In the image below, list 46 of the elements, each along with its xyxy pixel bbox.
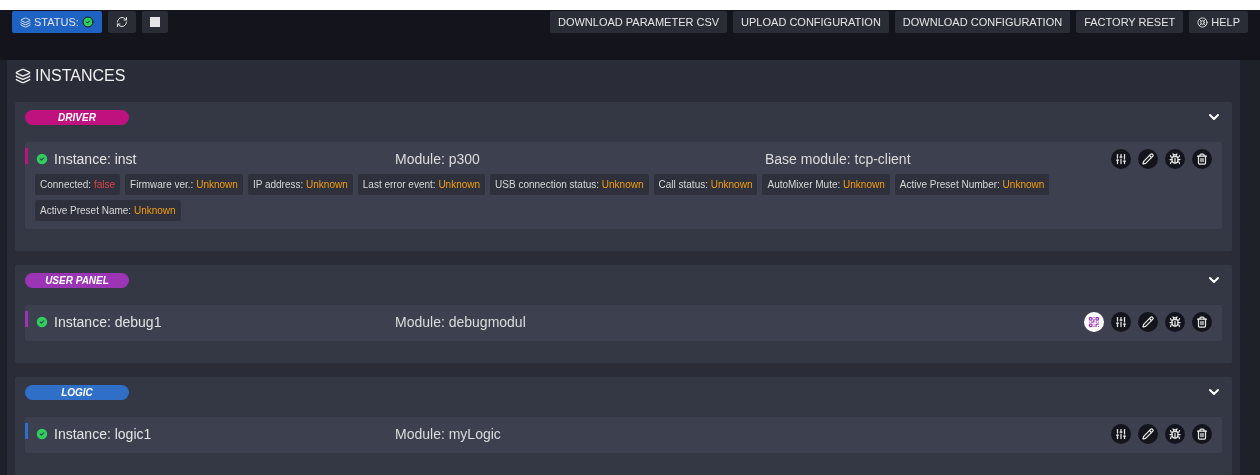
group-tag: USER PANEL: [25, 272, 129, 288]
trash-icon[interactable]: [1192, 149, 1212, 169]
layers-icon: [15, 68, 31, 84]
instance-name: Instance: inst: [54, 151, 137, 167]
property-chip: IP address: Unknown: [247, 174, 353, 195]
property-chip: Firmware ver.: Unknown: [125, 174, 243, 195]
sliders-icon[interactable]: [1111, 149, 1131, 169]
base-module: Base module: tcp-client: [765, 151, 912, 167]
qr-code-icon[interactable]: [1084, 312, 1104, 332]
module-name: Module: debugmodul: [395, 314, 527, 330]
property-chip: Last error event: Unknown: [357, 174, 486, 195]
sliders-icon[interactable]: [1111, 312, 1131, 332]
property-chip: Call status: Unknown: [653, 174, 758, 195]
toolbar-button[interactable]: DOWNLOAD PARAMETER CSV: [549, 11, 728, 33]
module-name: Module: myLogic: [395, 426, 502, 442]
group-tag: LOGIC: [25, 384, 129, 400]
group-tag: DRIVER: [25, 109, 129, 125]
pencil-icon[interactable]: [1138, 424, 1158, 444]
pencil-icon[interactable]: [1138, 149, 1158, 169]
trash-icon[interactable]: [1192, 312, 1212, 332]
property-chip: Active Preset Name: Unknown: [35, 200, 181, 221]
sliders-icon[interactable]: [1111, 424, 1131, 444]
bug-icon[interactable]: [1165, 424, 1185, 444]
stop-button[interactable]: [141, 11, 168, 33]
property-chip: USB connection status: Unknown: [490, 174, 649, 195]
status-button[interactable]: STATUS:: [12, 11, 102, 33]
pencil-icon[interactable]: [1138, 312, 1158, 332]
module-name: Module: p300: [395, 151, 481, 167]
stop-icon: [149, 17, 160, 27]
lifebuoy-icon: [1197, 16, 1209, 28]
bug-icon[interactable]: [1165, 312, 1185, 332]
trash-icon[interactable]: [1192, 424, 1212, 444]
instance-name: Instance: logic1: [54, 426, 152, 442]
property-chip: Active Preset Number: Unknown: [894, 174, 1050, 195]
section-title: INSTANCES: [35, 67, 126, 85]
instance-name: Instance: debug1: [54, 314, 162, 330]
layers-icon: [20, 16, 31, 28]
bug-icon[interactable]: [1165, 149, 1185, 169]
help-button[interactable]: HELP: [1189, 11, 1248, 33]
refresh-icon: [115, 16, 128, 28]
property-chip: Connected: false: [35, 174, 121, 195]
refresh-button[interactable]: [107, 11, 136, 33]
toolbar-button[interactable]: FACTORY RESET: [1076, 11, 1184, 33]
toolbar-button[interactable]: UPLOAD CONFIGURATION: [733, 11, 889, 33]
property-chip: AutoMixer Mute: Unknown: [762, 174, 890, 195]
toolbar-button[interactable]: DOWNLOAD CONFIGURATION: [894, 11, 1071, 33]
